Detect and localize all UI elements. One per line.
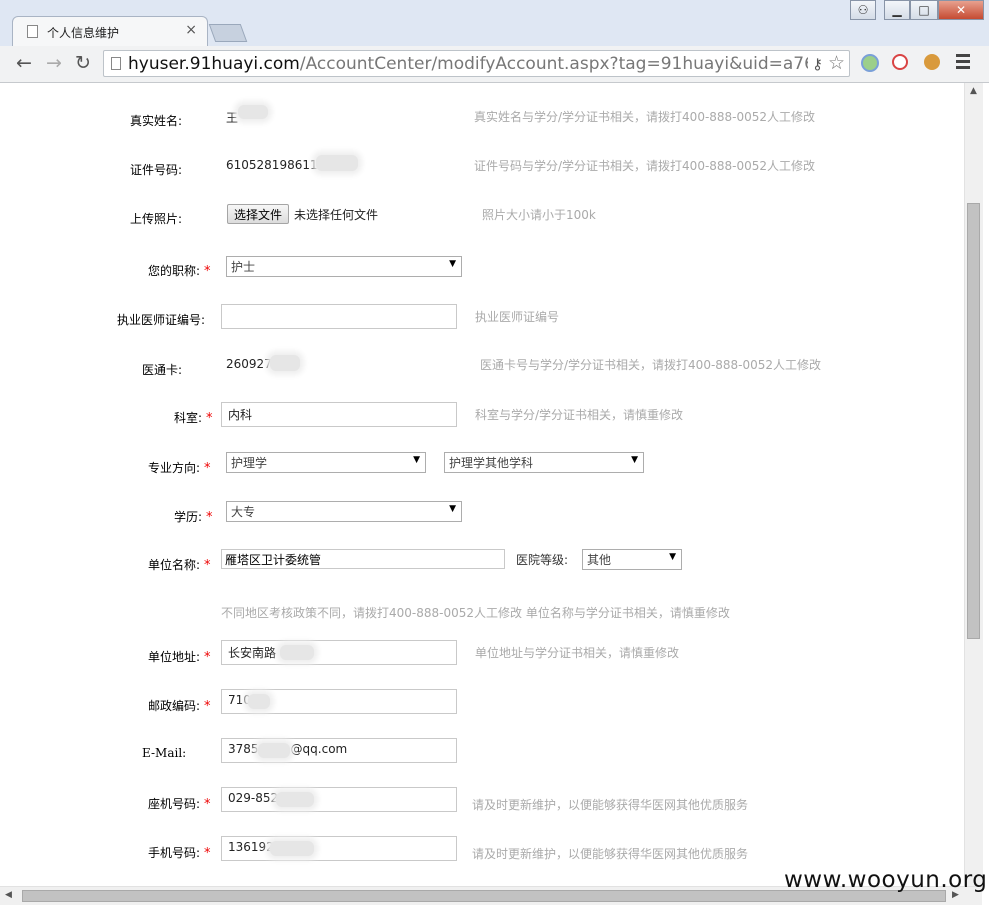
dropdown-arrow-icon: ▼ (669, 552, 676, 562)
required-mark: * (204, 699, 211, 714)
dropdown-arrow-icon: ▼ (449, 259, 456, 269)
specialty-label: 专业方向: * (148, 461, 211, 476)
real-name-value: 王 (226, 111, 239, 125)
browser-titlebar: 个人信息维护 × ⚇ ▁ □ ✕ (0, 0, 989, 46)
sub-specialty-select[interactable]: 护理学其他学科 ▼ (444, 452, 644, 473)
new-tab-button[interactable] (208, 24, 248, 42)
mobile-label: 手机号码: * (148, 846, 211, 861)
real-name-hint: 真实姓名与学分/学分证书相关，请拨打400-888-0052人工修改 (474, 110, 816, 124)
employer-note: 不同地区考核政策不同，请拨打400-888-0052人工修改 单位名称与学分证书… (221, 606, 730, 620)
cookie-icon[interactable] (924, 54, 940, 70)
photo-label: 上传照片: (130, 212, 183, 226)
redaction-blur (276, 792, 314, 807)
landline-hint: 请及时更新维护，以便能够获得华医网其他优质服务 (472, 798, 749, 812)
redaction-blur (280, 645, 314, 660)
redaction-blur (238, 105, 268, 119)
required-mark: * (204, 650, 211, 665)
minimize-button[interactable]: ▁ (884, 0, 910, 20)
address-label: 单位地址: * (148, 650, 211, 665)
title-label: 您的职称: * (148, 264, 211, 279)
landline-label: 座机号码: * (148, 797, 211, 812)
address-hint: 单位地址与学分证书相关，请慎重修改 (475, 646, 680, 660)
id-number-label: 证件号码: (130, 163, 183, 177)
file-status-text: 未选择任何文件 (294, 208, 379, 222)
browser-toolbar: ← → ↻ hyuser.91huayi.com/AccountCenter/m… (0, 46, 989, 83)
license-label: 执业医师证编号: (117, 313, 206, 327)
mobile-input[interactable]: 136192 (221, 836, 457, 861)
browser-tab[interactable]: 个人信息维护 × (12, 16, 208, 46)
extension-rings-icon[interactable] (892, 54, 908, 70)
scroll-left-arrow-icon[interactable]: ◀ (5, 890, 12, 900)
address-bar[interactable]: hyuser.91huayi.com/AccountCenter/modifyA… (103, 50, 850, 77)
address-input[interactable]: 长安南路 (221, 640, 457, 665)
vertical-scroll-thumb[interactable] (967, 203, 980, 639)
dropdown-arrow-icon: ▼ (413, 455, 420, 465)
hospital-level-label: 医院等级: (516, 553, 569, 567)
email-label: E-Mail: (142, 746, 187, 760)
dropdown-arrow-icon: ▼ (631, 455, 638, 465)
redaction-blur (248, 694, 270, 709)
scroll-up-arrow-icon[interactable]: ▲ (970, 86, 977, 96)
close-window-button[interactable]: ✕ (938, 0, 984, 20)
id-number-hint: 证件号码与学分/学分证书相关，请拨打400-888-0052人工修改 (474, 159, 816, 173)
page-icon (111, 57, 121, 70)
url-text: hyuser.91huayi.com/AccountCenter/modifyA… (128, 54, 808, 74)
education-label: 学历: * (174, 510, 213, 525)
card-hint: 医通卡号与学分/学分证书相关，请拨打400-888-0052人工修改 (480, 358, 822, 372)
tab-title: 个人信息维护 (47, 26, 120, 40)
reload-icon[interactable]: ↻ (72, 52, 94, 74)
dropdown-arrow-icon: ▼ (449, 504, 456, 514)
menu-icon[interactable] (956, 54, 970, 72)
specialty-select[interactable]: 护理学 ▼ (226, 452, 426, 473)
redaction-blur (270, 355, 300, 371)
redaction-blur (258, 743, 290, 758)
email-input[interactable]: 3785 @qq.com (221, 738, 457, 763)
bookmark-star-icon[interactable]: ☆ (828, 52, 845, 74)
department-label: 科室: * (174, 411, 213, 426)
page-icon (27, 25, 38, 38)
title-select[interactable]: 护士 ▼ (226, 256, 462, 277)
license-input[interactable] (221, 304, 457, 329)
maximize-button[interactable]: □ (910, 0, 938, 20)
forward-arrow-icon[interactable]: → (43, 52, 65, 74)
required-mark: * (204, 264, 211, 279)
required-mark: * (204, 797, 211, 812)
employer-input[interactable]: 雁塔区卫计委统管 (221, 549, 505, 569)
required-mark: * (204, 558, 211, 573)
required-mark: * (204, 461, 211, 476)
hospital-level-select[interactable]: 其他 ▼ (582, 549, 682, 570)
page-content: 真实姓名: 王 真实姓名与学分/学分证书相关，请拨打400-888-0052人工… (0, 83, 964, 886)
required-mark: * (206, 411, 213, 426)
real-name-label: 真实姓名: (130, 114, 183, 128)
required-mark: * (206, 510, 213, 525)
card-label: 医通卡: (142, 363, 183, 377)
department-input[interactable]: 内科 (221, 402, 457, 427)
education-select[interactable]: 大专 ▼ (226, 501, 462, 522)
id-number-value: 6105281986110 (226, 158, 326, 172)
required-mark: * (204, 846, 211, 861)
redaction-blur (270, 841, 314, 856)
back-arrow-icon[interactable]: ← (13, 52, 35, 74)
license-hint: 执业医师证编号 (475, 310, 560, 324)
user-icon[interactable]: ⚇ (850, 0, 876, 20)
photo-hint: 照片大小请小于100k (482, 208, 596, 222)
extension-globe-icon[interactable] (861, 54, 879, 72)
mobile-hint: 请及时更新维护，以便能够获得华医网其他优质服务 (472, 847, 749, 861)
key-icon[interactable]: ⚷ (812, 55, 823, 73)
card-value: 260927 (226, 357, 272, 371)
redaction-blur (316, 155, 358, 171)
landline-input[interactable]: 029-852 (221, 787, 457, 812)
vertical-scrollbar[interactable]: ▲ (964, 83, 983, 886)
choose-file-button[interactable]: 选择文件 (227, 204, 290, 224)
employer-label: 单位名称: * (148, 558, 211, 573)
postcode-label: 邮政编码: * (148, 699, 211, 714)
watermark: www.wooyun.org (784, 867, 988, 893)
department-hint: 科室与学分/学分证书相关，请慎重修改 (475, 408, 684, 422)
close-tab-icon[interactable]: × (185, 23, 197, 37)
